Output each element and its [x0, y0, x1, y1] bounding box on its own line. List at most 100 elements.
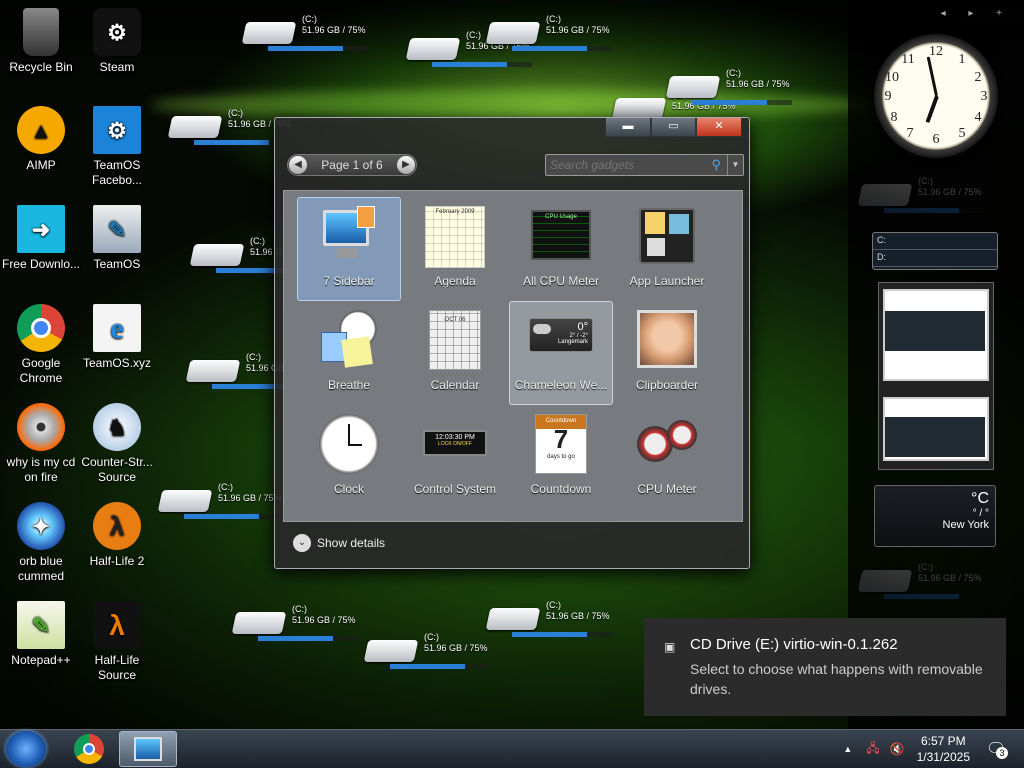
gadget-grid: 7 Sidebar February 2009 Agenda CPU Usage…	[283, 190, 743, 522]
drive-usage-gadget[interactable]: (C:)51.96 GB / 75%	[665, 68, 818, 108]
chevron-down-icon: ⌄	[293, 534, 311, 552]
drive-usage-fill	[390, 664, 465, 669]
drive-usage-bar	[258, 636, 358, 641]
gadget-breathe[interactable]: Breathe	[297, 301, 401, 405]
close-button[interactable]: ✕	[696, 118, 742, 137]
gadget-control-system[interactable]: 12:03:30 PM LOCK ON/OFF Control System	[403, 405, 507, 509]
drive-usage-gadget[interactable]: (C:)51.96 GB / 75%	[241, 14, 394, 54]
clock-button[interactable]: 6:57 PM 1/31/2025	[917, 733, 970, 765]
drive-row-c: C:	[873, 233, 997, 250]
burning-cd-icon	[17, 403, 65, 451]
desktop-icon-burning-cd[interactable]: why is my cd on fire	[0, 403, 82, 485]
autoplay-notification[interactable]: ▣ CD Drive (E:) virtio-win-0.1.262 Selec…	[644, 618, 1006, 716]
desktop-icon-label: TeamOS.xyz	[82, 356, 151, 370]
show-details-toggle[interactable]: ⌄ Show details	[293, 534, 385, 552]
search-icon[interactable]: ⚲	[711, 157, 721, 173]
taskbar-gadgets-button[interactable]	[119, 731, 177, 767]
gadget-label: Clock	[333, 482, 364, 496]
gadget-calendar[interactable]: OCT 06 Calendar	[403, 301, 507, 405]
hard-drive-icon	[363, 640, 419, 662]
hard-drive-icon	[485, 22, 541, 44]
minimize-button[interactable]: ▬	[605, 118, 651, 137]
search-input[interactable]	[550, 157, 700, 173]
drive-usage-text: (C:)51.96 GB / 75%	[302, 14, 366, 35]
hard-drive-icon	[405, 38, 461, 60]
page-label: Page 1 of 6	[321, 158, 383, 172]
weather-icon: 0° 2° / -2° Langemark	[529, 308, 593, 372]
system-tray: ▲ 🖧 🔇 6:57 PM 1/31/2025 🗨 3	[843, 730, 1024, 768]
drive-usage-gadget[interactable]: (C:)51.96 GB / 75%	[485, 600, 638, 640]
search-box: ⚲ ▼	[545, 154, 744, 176]
desktop-icon-orb[interactable]: ✦ orb blue cummed	[0, 502, 82, 584]
steam-icon: ⚙	[93, 8, 141, 56]
counter-strike-icon: ♞	[93, 403, 141, 451]
drive-usage-fill	[194, 140, 269, 145]
drive-meter-gadget[interactable]: C: D:	[872, 232, 998, 270]
gadget-7-sidebar[interactable]: 7 Sidebar	[297, 197, 401, 301]
clock-icon	[317, 412, 381, 476]
prev-page-button[interactable]: ◀	[289, 156, 307, 174]
desktop-icon-label: TeamOS	[93, 257, 141, 271]
gadget-app-launcher[interactable]: App Launcher	[615, 197, 719, 301]
clock-minute-hand	[926, 56, 938, 97]
desktop-icon-notepad[interactable]: ✎ Notepad++	[0, 601, 82, 668]
orb-icon: ✦	[17, 502, 65, 550]
gadget-countdown[interactable]: Countdown 7 days to go Countdown	[509, 405, 613, 509]
drive-usage-text: (C:)51.96 GB / 75%	[292, 604, 356, 625]
weather-gadget[interactable]: °C ° / ° New York	[874, 485, 996, 547]
drive-usage-bar	[184, 514, 284, 519]
gadget-label: Clipboarder	[635, 378, 699, 392]
gadget-clock[interactable]: Clock	[297, 405, 401, 509]
network-error-icon[interactable]: 🖧	[866, 739, 879, 760]
calendar-icon: February 2009	[423, 204, 487, 268]
next-page-button[interactable]: ▶	[397, 156, 415, 174]
desktop-icon-aimp[interactable]: ▲ AIMP	[0, 106, 82, 173]
hard-drive-icon	[231, 612, 287, 634]
desktop-icon-teamos-xyz[interactable]: e TeamOS.xyz	[76, 304, 158, 371]
digital-clock-icon: 12:03:30 PM LOCK ON/OFF	[423, 412, 487, 476]
gadget-cpu-meter[interactable]: CPU Meter	[615, 405, 719, 509]
desktop-icon-teamos-facebook[interactable]: ⚙ TeamOS Facebo...	[76, 106, 158, 188]
desktop-icon-counter-strike[interactable]: ♞ Counter-Str... Source	[76, 403, 158, 485]
desktop-icon-free-download[interactable]: ➜ Free Downlo...	[0, 205, 82, 272]
gadget-agenda[interactable]: February 2009 Agenda	[403, 197, 507, 301]
gadget-chameleon-weather[interactable]: 0° 2° / -2° Langemark Chameleon We...	[509, 301, 613, 405]
notepad-plus-plus-icon: ✎	[17, 601, 65, 649]
gadget-label: 7 Sidebar	[323, 274, 375, 288]
gadget-label: Calendar	[430, 378, 480, 392]
desktop-icon-steam[interactable]: ⚙ Steam	[76, 8, 158, 75]
start-button[interactable]	[6, 731, 46, 767]
desktop-icon-google-chrome[interactable]: Google Chrome	[0, 304, 82, 386]
desktop-icon-half-life[interactable]: λ Half-Life Source	[76, 601, 158, 683]
half-life-2-icon: λ	[93, 502, 141, 550]
show-hidden-icons-button[interactable]: ▲	[843, 744, 852, 754]
volume-muted-icon[interactable]: 🔇	[890, 742, 905, 756]
desktop-icon-label: AIMP	[26, 158, 56, 172]
action-center-button[interactable]: 🗨 3	[986, 739, 1016, 759]
clock-icon	[317, 308, 381, 372]
drive-usage-fill	[432, 62, 507, 67]
window-controls: ▬ ▭ ✕	[605, 118, 744, 137]
drive-usage-fill	[268, 46, 343, 51]
hard-drive-icon	[189, 244, 245, 266]
taskbar-chrome-button[interactable]	[60, 731, 118, 767]
desktop-icon-half-life-2[interactable]: λ Half-Life 2	[76, 502, 158, 569]
chrome-icon	[74, 734, 104, 764]
search-dropdown-button[interactable]: ▼	[727, 155, 743, 175]
download-icon: ➜	[17, 205, 65, 253]
drive-usage-gadget[interactable]: (C:)51.96 GB / 75%	[485, 14, 638, 54]
gadget-all-cpu-meter[interactable]: CPU Usage All CPU Meter	[509, 197, 613, 301]
slideshow-gadget[interactable]	[878, 282, 994, 470]
monitor-icon	[317, 204, 381, 268]
gadget-label: Breathe	[327, 378, 371, 392]
gadget-label: Countdown	[530, 482, 592, 496]
drive-usage-gadget[interactable]: (C:)51.96 GB / 75%	[231, 604, 384, 644]
desktop-icon-recycle-bin[interactable]: Recycle Bin	[0, 8, 82, 75]
sidebar-nav-buttons[interactable]: ◂ ▸ +	[941, 8, 1012, 19]
aimp-icon: ▲	[17, 106, 65, 154]
desktop-icon-teamos[interactable]: ✎ TeamOS	[76, 205, 158, 272]
drive-usage-bar	[268, 46, 368, 51]
maximize-button[interactable]: ▭	[651, 118, 696, 137]
clock-gadget[interactable]: 12 1 2 3 4 5 6 7 8 9 10 11	[874, 34, 998, 158]
gadget-clipboarder[interactable]: Clipboarder	[615, 301, 719, 405]
